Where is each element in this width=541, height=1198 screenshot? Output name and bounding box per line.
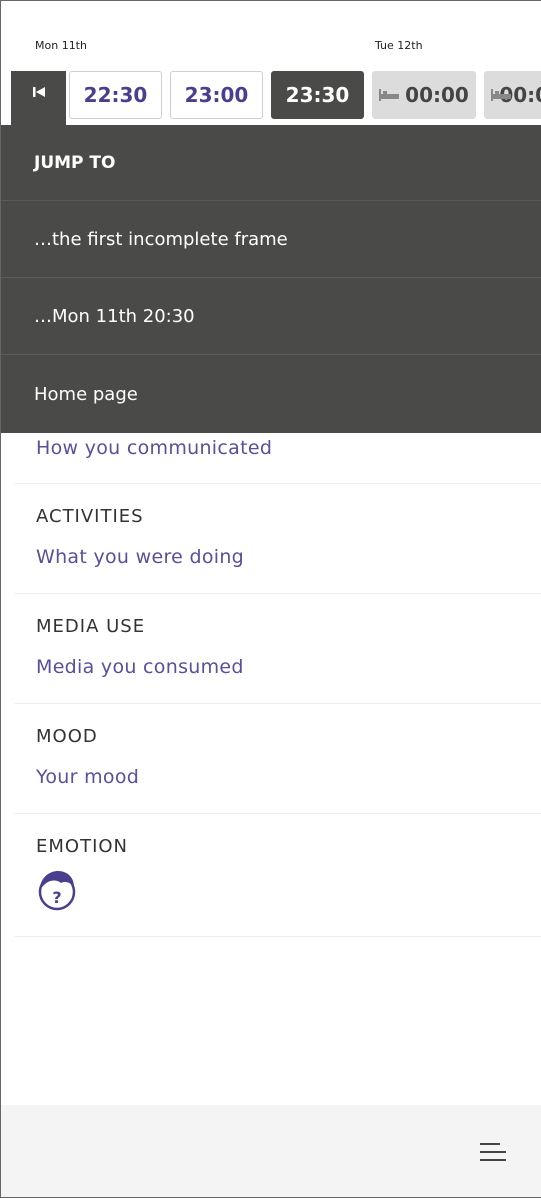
time-slot-2230[interactable]: 22:30 xyxy=(69,71,162,119)
mood-subtitle: Your mood xyxy=(36,766,140,788)
svg-text:?: ? xyxy=(52,888,61,907)
section-activities[interactable]: ACTIVITIES What you were doing xyxy=(15,484,541,594)
time-slot-next-sleep[interactable]: 00:00 xyxy=(484,71,541,119)
jump-to-header: JUMP TO xyxy=(1,125,541,201)
skip-back-icon xyxy=(32,87,45,97)
media-subtitle: Media you consumed xyxy=(36,656,244,678)
time-slot-label: 23:00 xyxy=(184,83,249,107)
bed-icon xyxy=(491,89,515,101)
day-label-mon: Mon 11th xyxy=(35,39,87,52)
time-slot-2330-active[interactable]: 23:30 xyxy=(271,71,364,119)
mood-title: MOOD xyxy=(36,726,98,747)
hamburger-menu-icon[interactable] xyxy=(480,1141,506,1163)
menu-item-mon-2030[interactable]: …Mon 11th 20:30 xyxy=(1,278,541,355)
time-slot-2300[interactable]: 23:00 xyxy=(170,71,263,119)
bottom-bar xyxy=(1,1105,541,1197)
section-media-use[interactable]: MEDIA USE Media you consumed xyxy=(15,594,541,704)
jump-to-menu: JUMP TO …the first incomplete frame …Mon… xyxy=(1,125,541,433)
time-slot-label: 23:30 xyxy=(285,83,350,107)
bed-icon xyxy=(379,89,400,101)
menu-item-first-incomplete[interactable]: …the first incomplete frame xyxy=(1,201,541,278)
section-communication[interactable]: How you communicated xyxy=(15,431,541,484)
day-labels: Mon 11th Tue 12th xyxy=(1,39,541,55)
menu-item-home-page[interactable]: Home page xyxy=(1,355,541,433)
time-slot-0000-sleep[interactable]: 00:00 xyxy=(372,71,476,119)
media-title: MEDIA USE xyxy=(36,616,146,637)
app-frame: Mon 11th Tue 12th 22:30 23:00 23:30 00:0… xyxy=(0,0,541,1198)
time-slot-label: 22:30 xyxy=(83,83,148,107)
activities-subtitle: What you were doing xyxy=(36,546,245,568)
day-label-tue: Tue 12th xyxy=(375,39,423,52)
activities-title: ACTIVITIES xyxy=(36,506,144,527)
emotion-title: EMOTION xyxy=(36,836,129,857)
communication-subtitle: How you communicated xyxy=(36,437,273,459)
time-slot-strip: 22:30 23:00 23:30 00:00 00:00 xyxy=(11,71,541,126)
section-mood[interactable]: MOOD Your mood xyxy=(15,704,541,814)
time-slot-label: 00:00 xyxy=(405,83,469,107)
face-question-icon: ? xyxy=(38,871,76,911)
section-emotion[interactable]: EMOTION ? xyxy=(15,814,541,937)
jump-back-button[interactable] xyxy=(11,71,66,126)
